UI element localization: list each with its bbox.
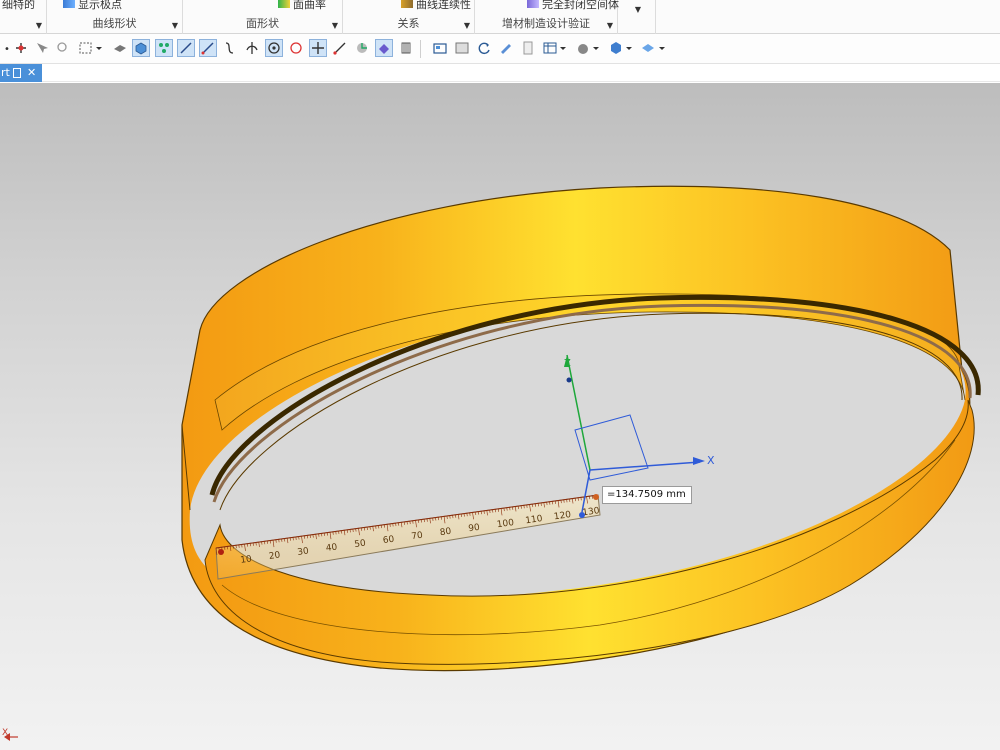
selection-toolbar: • (0, 34, 1000, 64)
ribbon-group-0[interactable]: 细特的 ▼ (0, 0, 47, 34)
point-snap-icon[interactable] (309, 39, 327, 57)
ruler-tick-label: 30 (297, 546, 310, 558)
toolbar-separator (420, 40, 421, 58)
face-snap-icon[interactable] (353, 39, 371, 57)
ribbon-group-face-shape[interactable]: 面曲率 面形状 ▼ (183, 0, 343, 34)
view-orient-icon[interactable] (431, 39, 449, 57)
ribbon-item-label[interactable]: 完全封闭空间体 (542, 0, 619, 11)
ribbon-group-label: 关系 (397, 17, 420, 30)
bounded-snap-icon[interactable] (375, 39, 393, 57)
solid-body-icon[interactable] (111, 39, 129, 57)
snap-point-icon[interactable] (12, 39, 30, 57)
chevron-down-icon[interactable] (590, 39, 602, 57)
x-axis-label: X (707, 454, 715, 467)
layer-visibility-icon[interactable] (639, 39, 657, 57)
ribbon-item-label[interactable]: 细特的 (2, 0, 35, 12)
chevron-down-icon[interactable]: ▼ (635, 5, 641, 14)
chevron-down-icon[interactable]: ▼ (36, 21, 42, 30)
lasso-select-icon[interactable] (53, 39, 71, 57)
grid-snap-icon[interactable] (397, 39, 415, 57)
ruler-tick-label: 70 (411, 531, 424, 543)
chevron-down-icon[interactable]: ▼ (607, 21, 613, 30)
rotate-view-icon[interactable] (475, 39, 493, 57)
chevron-down-icon[interactable]: ▼ (172, 21, 178, 30)
quadrant-snap-icon[interactable] (287, 39, 305, 57)
z-axis-label: Z (564, 358, 571, 369)
cube-filter-icon[interactable] (132, 39, 150, 57)
tangent-snap-icon[interactable] (331, 39, 349, 57)
measure-distance-label[interactable]: =134.7509 mm (602, 486, 692, 504)
face-curvature-icon (278, 0, 290, 8)
svg-text:•: • (4, 44, 10, 55)
intersection-snap-icon[interactable] (243, 39, 261, 57)
chevron-down-icon[interactable] (656, 39, 668, 57)
ruler-tick-label: 50 (354, 539, 367, 551)
chevron-down-icon[interactable]: ▼ (464, 21, 470, 30)
graphics-viewport[interactable]: 10 20 30 40 50 60 70 80 90 100 110 120 130 Z X =134.… (0, 83, 1000, 750)
ruler-tick-label: 60 (382, 535, 395, 547)
section-view-icon[interactable] (497, 39, 515, 57)
ribbon-item-label[interactable]: 曲线连续性 (416, 0, 471, 11)
tab-label: rt (1, 66, 10, 79)
select-filter-icon[interactable] (33, 39, 51, 57)
ribbon-item-label[interactable]: 显示极点 (78, 0, 122, 11)
ribbon-group-label: 曲线形状 (92, 17, 137, 30)
measure-end-point[interactable] (593, 494, 599, 500)
clip-plane-icon[interactable] (519, 39, 537, 57)
measure-start-point[interactable] (218, 549, 224, 555)
view-triad-label: X (2, 728, 9, 738)
line-snap-icon[interactable] (177, 39, 195, 57)
ribbon-group-curve-shape[interactable]: 显示极点 曲线形状 ▼ (47, 0, 183, 34)
origin-handle[interactable] (579, 512, 585, 518)
ribbon-group-am-validation[interactable]: 完全封闭空间体 增材制造设计验证 ▼ (475, 0, 619, 34)
ruler-tick-label: 80 (439, 527, 452, 539)
chevron-down-icon[interactable] (623, 39, 635, 57)
ribbon-item-label[interactable]: 面曲率 (293, 0, 326, 11)
measure-value: =134.7509 mm (607, 489, 686, 500)
chevron-down-icon[interactable] (557, 39, 569, 57)
screen-capture-icon[interactable] (453, 39, 471, 57)
document-tab-strip: rt ✕ (0, 64, 1000, 82)
ruler-tick-label: 40 (325, 542, 338, 554)
close-icon[interactable]: ✕ (27, 64, 36, 82)
vertex-snap-icon[interactable] (155, 39, 173, 57)
ruler-tick-label: 20 (268, 550, 281, 562)
model-canvas[interactable]: 10 20 30 40 50 60 70 80 90 100 110 120 130 Z X (0, 83, 1000, 750)
curve-snap-icon[interactable] (221, 39, 239, 57)
ruler-tick-label: 90 (468, 523, 481, 535)
show-poles-icon (63, 0, 75, 8)
ribbon: 细特的 ▼ 显示极点 曲线形状 ▼ 面曲率 面形状 ▼ 曲线连续性 关系 ▼ 完… (0, 0, 1000, 34)
center-snap-icon[interactable] (265, 39, 283, 57)
ribbon-group-label: 面形状 (246, 17, 279, 30)
ribbon-group-label: 增材制造设计验证 (502, 17, 590, 30)
z-drag-handle[interactable] (566, 377, 572, 383)
chevron-down-icon[interactable]: ▼ (332, 21, 338, 30)
chevron-down-icon[interactable] (93, 39, 105, 57)
document-icon (13, 68, 21, 78)
ruler-tick-label: 10 (240, 554, 253, 566)
ribbon-overflow[interactable]: ▼ (618, 0, 656, 34)
ribbon-group-relations[interactable]: 曲线连续性 关系 ▼ (343, 0, 475, 34)
curve-continuity-icon (401, 0, 413, 8)
closed-volume-icon (527, 0, 539, 8)
tab-part[interactable]: rt ✕ (0, 64, 42, 82)
edge-snap-icon[interactable] (199, 39, 217, 57)
